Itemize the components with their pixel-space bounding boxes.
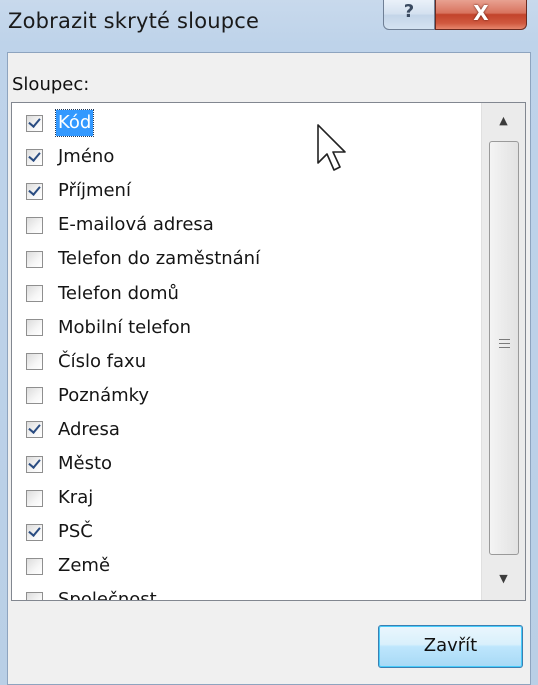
close-icon: X <box>473 1 489 25</box>
dialog-body: Sloupec: Kód Jméno Příjmení E-mailová adres… <box>7 52 531 685</box>
list-item[interactable]: Číslo faxu <box>26 347 148 377</box>
list-item[interactable]: PSČ <box>26 517 95 547</box>
list-item-label: Jméno <box>58 146 115 168</box>
list-item-label: Země <box>58 555 111 577</box>
scrollbar-grip-icon <box>499 339 510 348</box>
list-item[interactable]: Jméno <box>26 142 116 172</box>
checkbox[interactable] <box>26 455 43 473</box>
list-item[interactable]: Příjmení <box>26 176 133 206</box>
checkbox[interactable] <box>26 319 43 337</box>
checkbox[interactable] <box>26 523 43 541</box>
list-item-label: Telefon do zaměstnání <box>58 248 261 270</box>
close-button[interactable]: Zavřít <box>378 625 523 668</box>
list-item[interactable]: Poznámky <box>26 381 151 411</box>
list-item-label: PSČ <box>58 521 93 543</box>
list-item[interactable]: Telefon do zaměstnání <box>26 244 262 274</box>
vertical-scrollbar[interactable]: ▲ ▼ <box>481 103 525 600</box>
list-item[interactable]: Město <box>26 449 114 479</box>
list-item-label: E-mailová adresa <box>58 214 214 236</box>
list-item-label: Příjmení <box>58 180 131 202</box>
column-label: Sloupec: <box>12 74 90 95</box>
checkbox[interactable] <box>26 557 43 575</box>
window-close-button[interactable]: X <box>435 0 527 30</box>
list-item-label: Mobilní telefon <box>58 316 192 338</box>
scroll-down-arrow-icon[interactable]: ▼ <box>482 561 525 597</box>
checkbox[interactable] <box>26 182 43 200</box>
list-item[interactable]: Země <box>26 551 112 581</box>
checkbox[interactable] <box>26 285 43 302</box>
checkbox[interactable] <box>26 148 43 166</box>
help-icon: ? <box>403 1 415 22</box>
list-item[interactable]: Telefon domů <box>26 279 181 309</box>
checkbox[interactable] <box>26 387 43 405</box>
list-item-label: Kraj <box>58 487 94 509</box>
list-item[interactable]: E-mailová adresa <box>26 210 216 240</box>
mouse-pointer-icon <box>317 124 346 171</box>
list-item-label: Společnost <box>58 589 157 601</box>
checkbox[interactable] <box>26 489 43 507</box>
list-item[interactable]: Mobilní telefon <box>26 313 193 343</box>
list-item-label: Poznámky <box>58 384 150 406</box>
list-item[interactable]: Kraj <box>26 483 95 513</box>
list-item[interactable]: Adresa <box>26 415 122 445</box>
list-item-label: Město <box>58 453 113 474</box>
list-item-label: Kód <box>54 109 95 137</box>
list-item-label: Telefon domů <box>58 282 179 304</box>
title-bar[interactable]: Zobrazit skryté sloupce ? X <box>0 0 538 50</box>
checkbox[interactable] <box>26 591 43 600</box>
help-button[interactable]: ? <box>383 0 435 30</box>
checkbox[interactable] <box>26 250 43 268</box>
column-list[interactable]: Kód Jméno Příjmení E-mailová adresa Telefon … <box>11 102 526 601</box>
list-item-label: Číslo faxu <box>58 350 147 372</box>
checkbox[interactable] <box>26 421 43 439</box>
dialog-window: Zobrazit skryté sloupce ? X Sloupec: Kód… <box>0 0 538 685</box>
list-item[interactable]: Kód <box>26 108 95 138</box>
checkbox[interactable] <box>26 353 43 371</box>
checkbox[interactable] <box>26 114 43 132</box>
checkbox[interactable] <box>26 216 43 234</box>
scroll-up-arrow-icon[interactable]: ▲ <box>482 103 525 139</box>
list-item-label: Adresa <box>58 418 120 440</box>
scrollbar-thumb[interactable] <box>489 141 519 555</box>
list-item[interactable]: Společnost <box>26 585 159 601</box>
window-title: Zobrazit skryté sloupce <box>8 9 260 33</box>
